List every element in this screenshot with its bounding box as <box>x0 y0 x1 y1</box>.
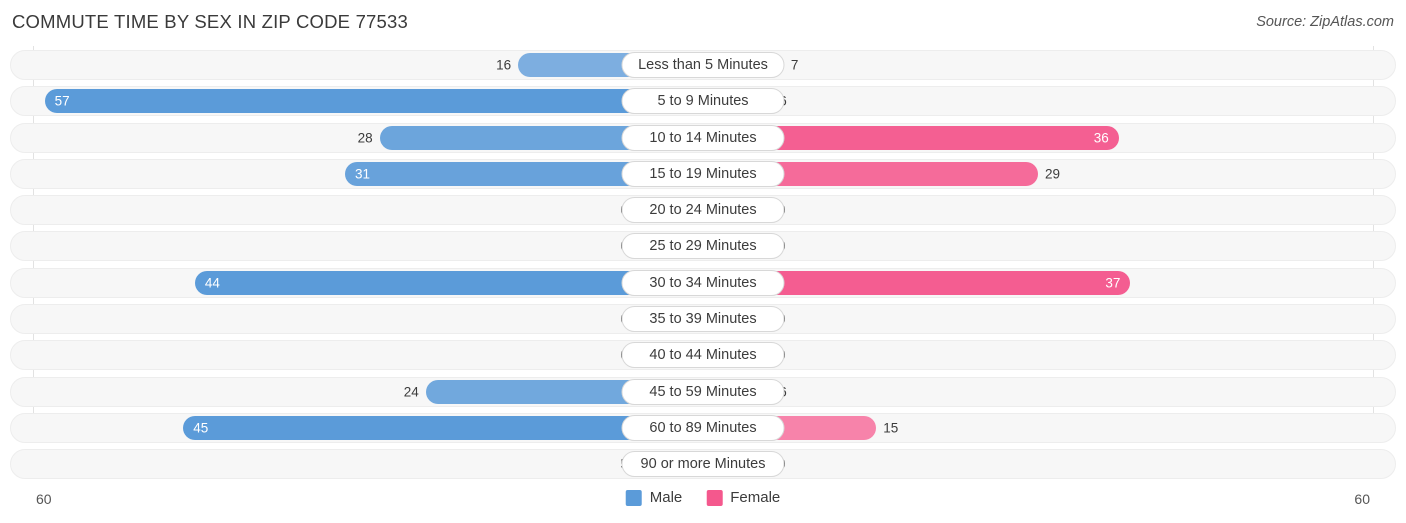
bar-value-male: 44 <box>204 275 220 291</box>
bar-row: 0025 to 29 Minutes <box>0 231 1406 262</box>
chart-header: COMMUTE TIME BY SEX IN ZIP CODE 77533 So… <box>0 0 1406 46</box>
source-attribution: Source: ZipAtlas.com <box>1256 14 1394 30</box>
chart-footer: 60 60 Male Female <box>0 483 1406 523</box>
bar-value-male: 45 <box>193 420 209 436</box>
bar-value-female: 36 <box>1093 130 1109 146</box>
bar-value-female: 29 <box>1044 166 1060 182</box>
category-label: 20 to 24 Minutes <box>621 197 785 224</box>
bar-value-male: 24 <box>403 384 419 400</box>
bar-row: 31 29 15 to 19 Minutes <box>0 158 1406 189</box>
legend-item-female[interactable]: Female <box>706 489 780 506</box>
bar-value-male: 31 <box>354 166 370 182</box>
bar-male[interactable]: 57 <box>44 89 703 114</box>
legend-swatch-female-icon <box>706 489 723 506</box>
bar-row: 44 37 30 to 34 Minutes <box>0 267 1406 298</box>
legend: Male Female <box>625 489 780 506</box>
bar-row: 16 7 Less than 5 Minutes <box>0 50 1406 80</box>
category-label: 30 to 34 Minutes <box>621 269 785 296</box>
category-label: 25 to 29 Minutes <box>621 233 785 260</box>
bar-row: 0035 to 39 Minutes <box>0 304 1406 335</box>
bar-value-female: 15 <box>883 420 899 436</box>
axis-label-left: 60 <box>36 491 52 507</box>
bar-row: 0020 to 24 Minutes <box>0 195 1406 226</box>
category-label: 45 to 59 Minutes <box>621 378 785 405</box>
bar-row: 0040 to 44 Minutes <box>0 340 1406 371</box>
bar-value-male: 28 <box>357 130 373 146</box>
category-label: 35 to 39 Minutes <box>621 306 785 333</box>
category-label: 40 to 44 Minutes <box>621 342 785 369</box>
category-label: 60 to 89 Minutes <box>621 414 785 441</box>
plot-area: 16 7 Less than 5 Minutes 5765 to 9 Minutes 2… <box>0 46 1406 483</box>
bar-row: 28 36 10 to 14 Minutes <box>0 122 1406 153</box>
legend-item-male[interactable]: Male <box>625 489 683 506</box>
category-label: 5 to 9 Minutes <box>621 88 785 115</box>
legend-swatch-male-icon <box>625 489 642 506</box>
legend-label-male: Male <box>649 489 683 506</box>
bar-row: 5765 to 9 Minutes <box>0 86 1406 117</box>
category-label: 15 to 19 Minutes <box>621 160 785 187</box>
bar-value-male: 57 <box>54 93 70 109</box>
bar-row: 45 15 60 to 89 Minutes <box>0 412 1406 443</box>
category-label: 10 to 14 Minutes <box>621 124 785 151</box>
category-label: 90 or more Minutes <box>621 451 785 478</box>
page-title: COMMUTE TIME BY SEX IN ZIP CODE 77533 <box>12 11 409 32</box>
legend-label-female: Female <box>730 489 781 506</box>
bar-value-female: 7 <box>790 57 799 73</box>
axis-label-right: 60 <box>1354 491 1370 507</box>
bar-row: 5090 or more Minutes <box>0 449 1406 480</box>
bar-row: 24645 to 59 Minutes <box>0 376 1406 407</box>
bar-value-male: 16 <box>496 57 512 73</box>
category-label: Less than 5 Minutes <box>621 52 785 78</box>
bar-rows: 16 7 Less than 5 Minutes 5765 to 9 Minutes 2… <box>0 50 1406 486</box>
commute-time-chart: COMMUTE TIME BY SEX IN ZIP CODE 77533 So… <box>0 0 1406 523</box>
bar-value-female: 37 <box>1105 275 1121 291</box>
